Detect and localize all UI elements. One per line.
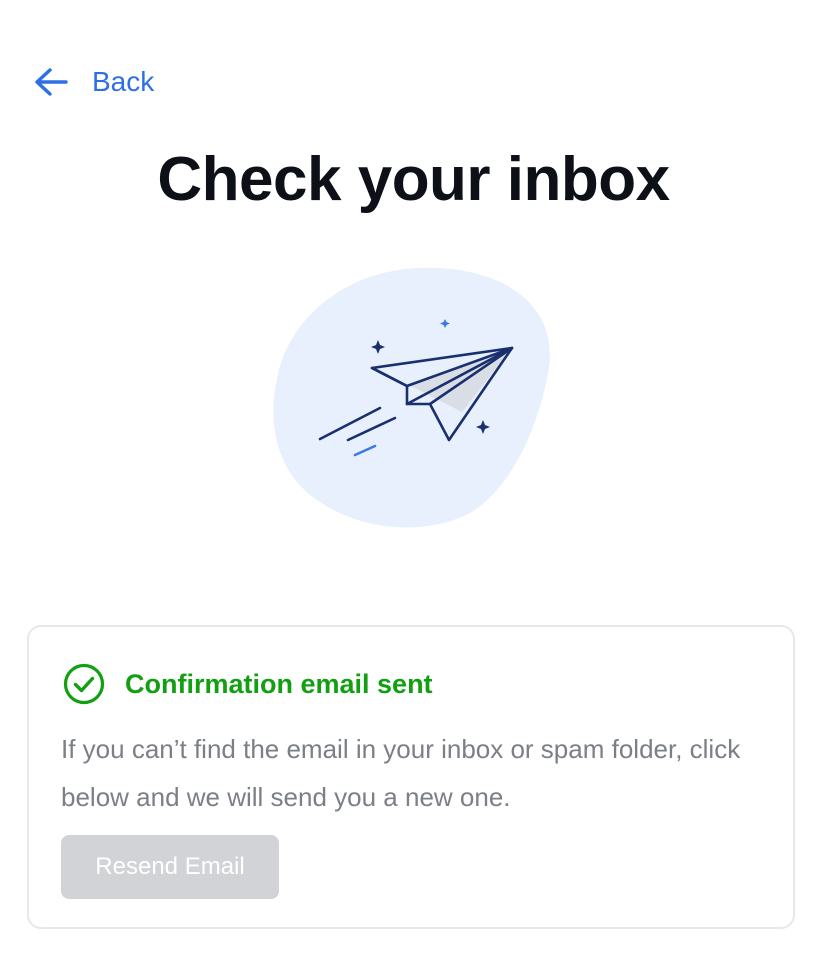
resend-email-button[interactable]: Resend Email xyxy=(61,835,279,899)
status-text: Confirmation email sent xyxy=(125,669,433,699)
check-circle-icon xyxy=(63,663,105,705)
paper-plane-illustration xyxy=(262,262,562,534)
arrow-left-icon xyxy=(34,67,68,97)
paper-plane-icon xyxy=(273,267,550,528)
back-link[interactable]: Back xyxy=(34,62,154,102)
card-description: If you can’t find the email in your inbo… xyxy=(61,734,741,812)
page-title: Check your inbox xyxy=(157,145,670,214)
status-card: Confirmation email sent If you can’t fin… xyxy=(27,625,795,929)
back-label: Back xyxy=(92,66,155,97)
status-row: Confirmation email sent xyxy=(63,663,433,705)
